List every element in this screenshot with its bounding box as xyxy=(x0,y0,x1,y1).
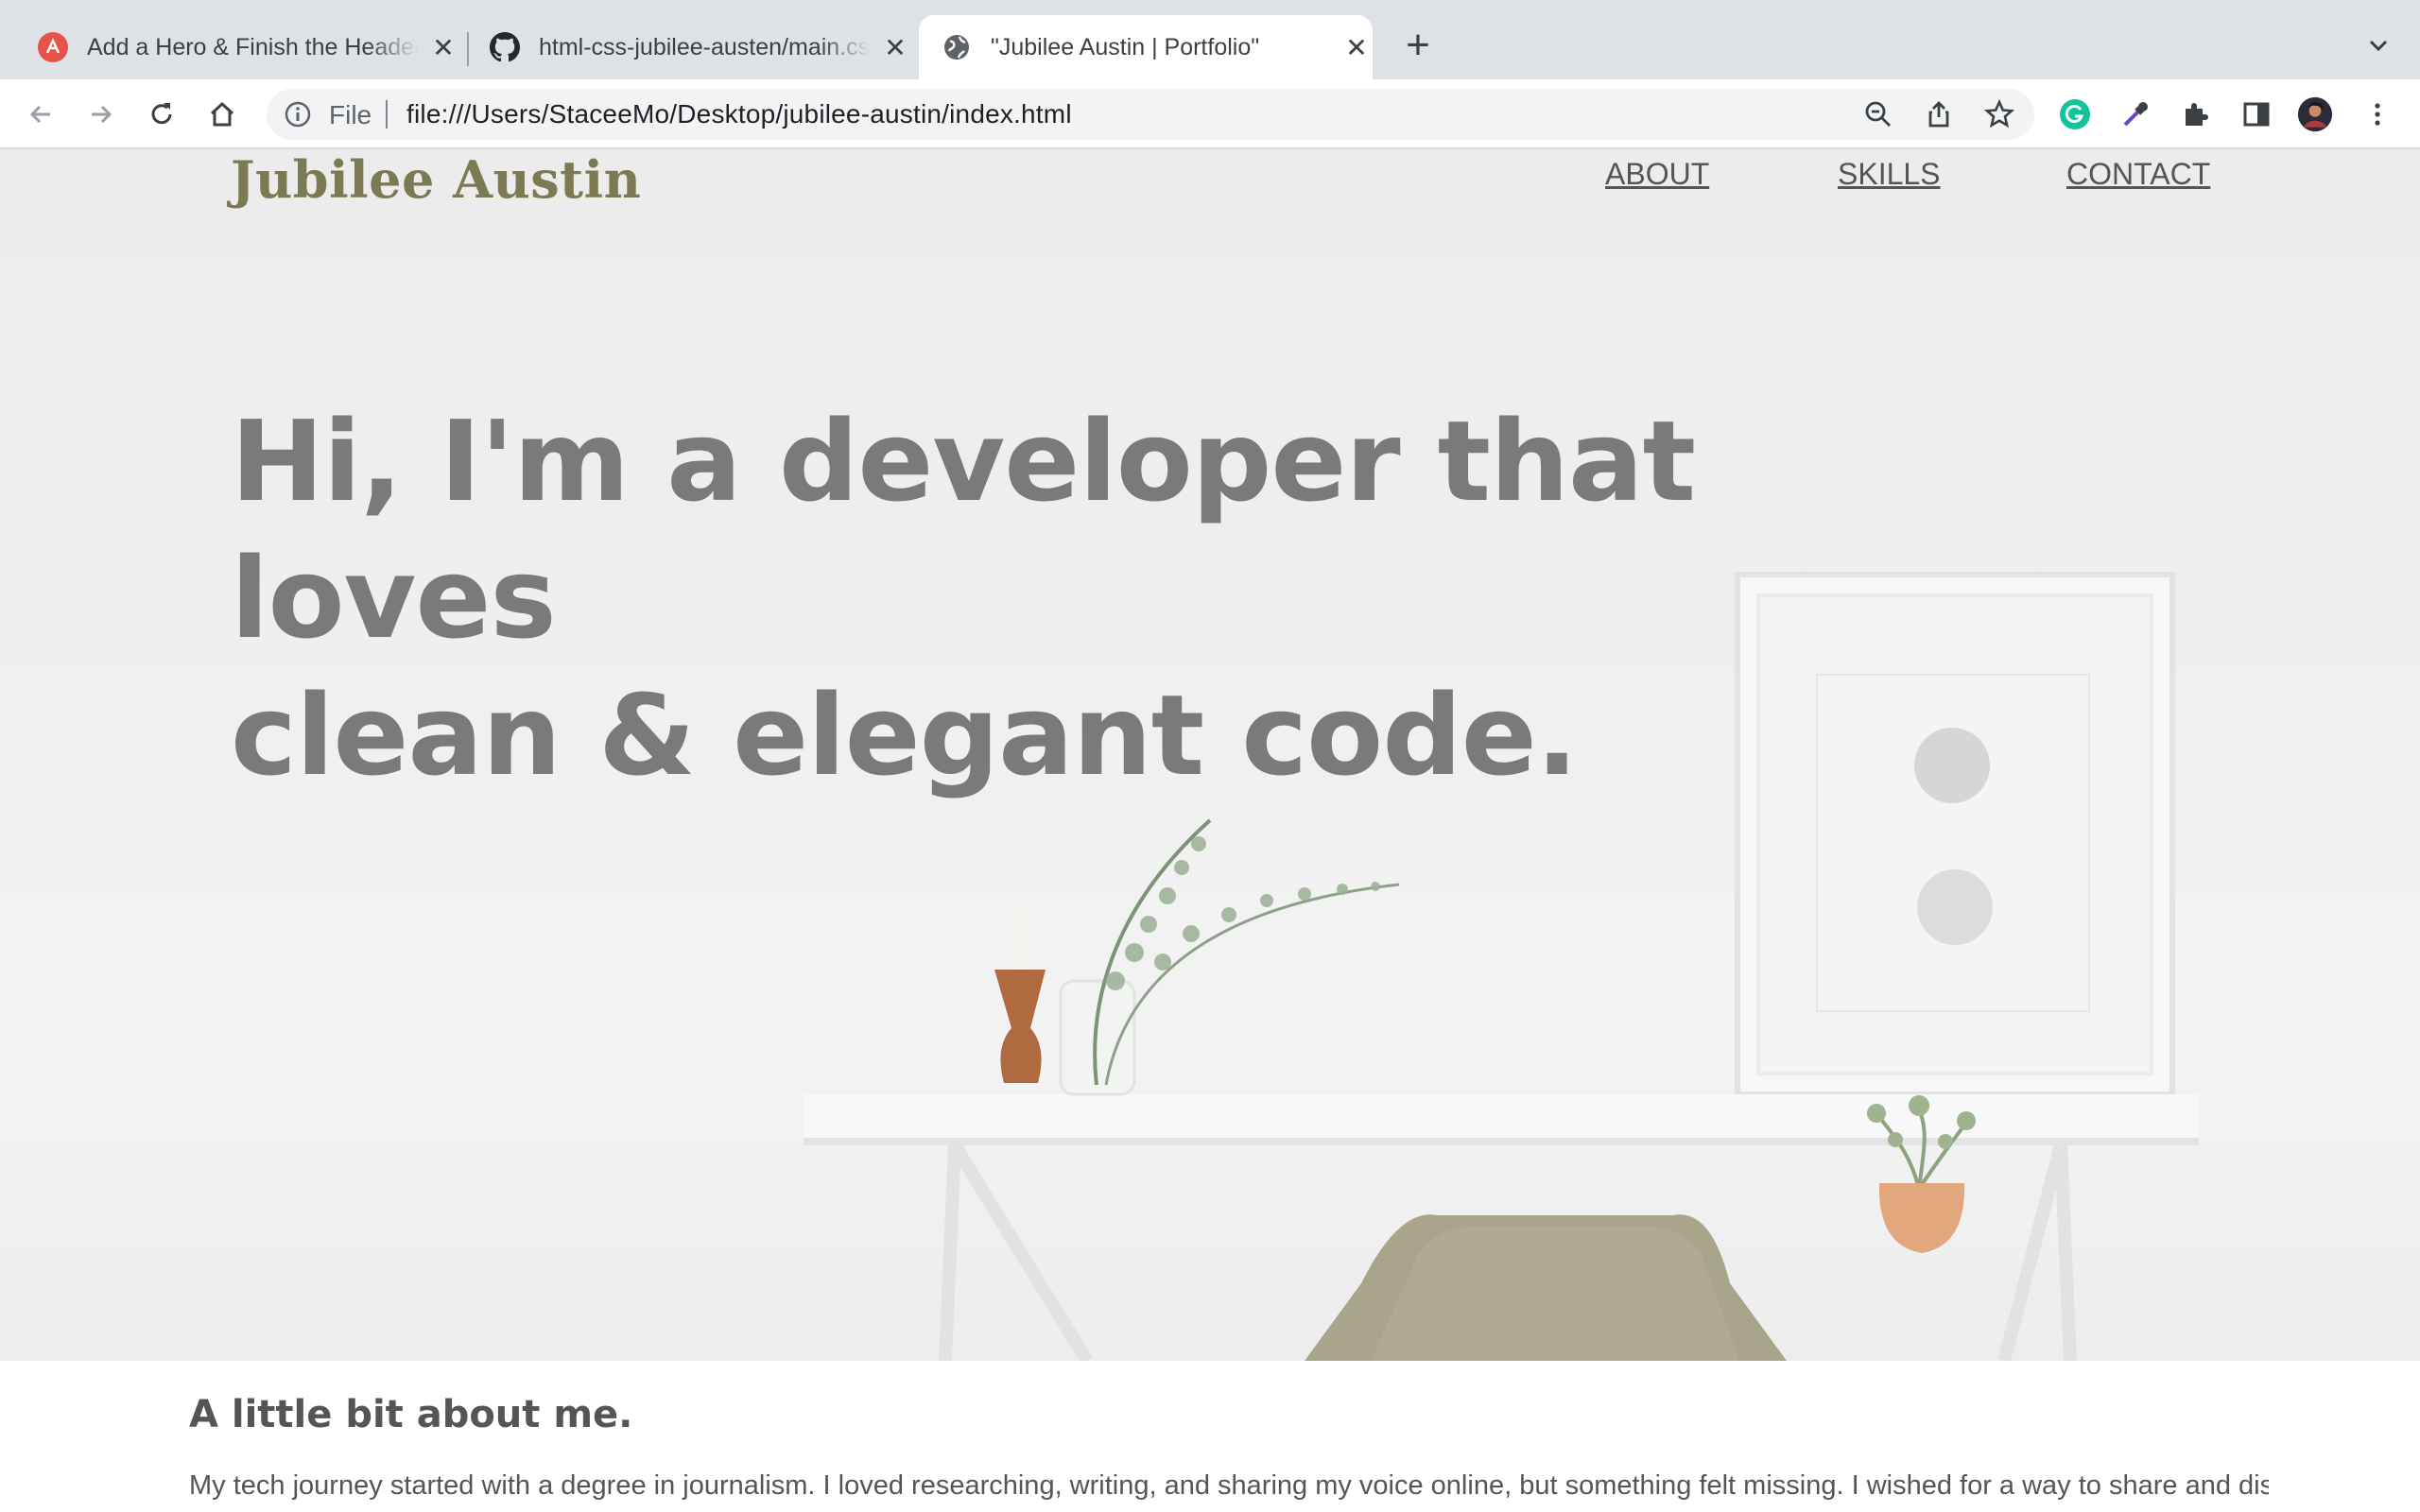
browser-chrome: Add a Hero & Finish the Header ✕ html-cs… xyxy=(0,0,2420,149)
globe-icon xyxy=(942,32,972,62)
forward-icon[interactable] xyxy=(83,96,119,132)
zoom-icon[interactable] xyxy=(1860,96,1896,132)
hero-headline-line-1: Hi, I'm a developer that loves xyxy=(231,396,1696,663)
tab-strip: Add a Hero & Finish the Header ✕ html-cs… xyxy=(0,0,2420,79)
tab-3-active[interactable]: "Jubilee Austin | Portfolio" ✕ xyxy=(919,15,1373,79)
site-logo[interactable]: Jubilee Austin xyxy=(231,149,641,210)
home-icon[interactable] xyxy=(204,96,240,132)
extensions-icon[interactable] xyxy=(2178,96,2214,132)
star-icon[interactable] xyxy=(1981,96,2017,132)
web-page: Jubilee Austin ABOUT SKILLS CONTACT Hi, … xyxy=(0,149,2420,1512)
avatar[interactable] xyxy=(2297,96,2333,132)
address-bar[interactable]: File file:///Users/StaceeMo/Desktop/jubi… xyxy=(267,89,2034,140)
app-icon xyxy=(38,32,68,62)
nav-about[interactable]: ABOUT xyxy=(1605,157,1709,192)
about-heading: A little bit about me. xyxy=(189,1393,633,1436)
github-icon xyxy=(490,32,520,62)
nav-skills[interactable]: SKILLS xyxy=(1838,157,1941,192)
share-icon[interactable] xyxy=(1921,96,1957,132)
chevron-down-icon[interactable] xyxy=(2361,28,2395,62)
close-icon[interactable]: ✕ xyxy=(881,33,909,62)
nav-contact[interactable]: CONTACT xyxy=(2066,157,2210,192)
tab-2-title: html-css-jubilee-austen/main.css xyxy=(539,33,870,60)
close-icon[interactable]: ✕ xyxy=(1342,33,1371,62)
new-tab-button[interactable]: + xyxy=(1397,25,1439,68)
side-panel-icon[interactable] xyxy=(2238,96,2274,132)
tab-1[interactable]: Add a Hero & Finish the Header ✕ xyxy=(0,15,463,79)
toolbar: File file:///Users/StaceeMo/Desktop/jubi… xyxy=(0,79,2420,149)
about-paragraph: My tech journey started with a degree in… xyxy=(189,1470,2269,1501)
tab-1-title: Add a Hero & Finish the Header xyxy=(87,33,418,60)
back-icon[interactable] xyxy=(23,96,59,132)
scheme-label: File xyxy=(329,100,372,129)
menu-icon[interactable] xyxy=(2360,96,2395,132)
tab-3-title: "Jubilee Austin | Portfolio" xyxy=(991,33,1260,60)
tab-2[interactable]: html-css-jubilee-austen/main.css ✕ xyxy=(452,15,915,79)
eyedropper-icon[interactable] xyxy=(2118,96,2153,132)
omnibox-divider xyxy=(386,100,388,129)
site-header: Jubilee Austin ABOUT SKILLS CONTACT xyxy=(0,149,2420,225)
hero-section: Jubilee Austin ABOUT SKILLS CONTACT Hi, … xyxy=(0,149,2420,1361)
hero-headline-line-2: clean & elegant code. xyxy=(231,670,1579,800)
reload-icon[interactable] xyxy=(144,96,180,132)
about-section: A little bit about me. My tech journey s… xyxy=(0,1361,2420,1512)
url-text[interactable]: file:///Users/StaceeMo/Desktop/jubilee-a… xyxy=(406,99,1072,129)
hero-headline: Hi, I'm a developer that loves clean & e… xyxy=(231,393,1932,804)
grammarly-icon[interactable] xyxy=(2057,96,2093,132)
info-icon[interactable] xyxy=(284,100,312,129)
